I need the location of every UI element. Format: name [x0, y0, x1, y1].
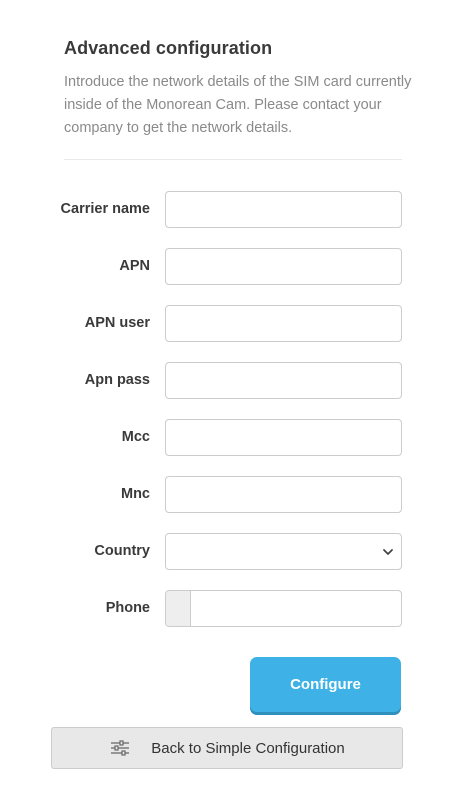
divider [64, 159, 402, 160]
apn-input[interactable] [165, 248, 402, 285]
phone-field [165, 590, 402, 627]
advanced-configuration-page: Advanced configuration Introduce the net… [0, 0, 459, 793]
sliders-icon [111, 740, 130, 756]
carrier-name-label: Carrier name [60, 201, 150, 217]
apn-pass-input[interactable] [165, 362, 402, 399]
page-title: Advanced configuration [64, 38, 273, 58]
apn-user-label: APN user [84, 315, 150, 331]
back-to-simple-configuration-button[interactable]: Back to Simple Configuration [51, 727, 403, 769]
chevron-down-icon [383, 549, 393, 555]
apn-user-row: APN user [0, 305, 459, 342]
country-select[interactable] [165, 533, 402, 570]
carrier-name-input[interactable] [165, 191, 402, 228]
mnc-label: Mnc [121, 486, 150, 502]
country-label: Country [94, 543, 150, 559]
mnc-row: Mnc [0, 476, 459, 513]
intro-text: Introduce the network details of the SIM… [64, 74, 412, 136]
mcc-row: Mcc [0, 419, 459, 456]
phone-row: Phone [0, 590, 459, 627]
phone-label: Phone [105, 600, 150, 616]
apn-pass-row: Apn pass [0, 362, 459, 399]
mcc-input[interactable] [165, 419, 402, 456]
phone-input[interactable] [192, 591, 401, 626]
apn-user-input[interactable] [165, 305, 402, 342]
apn-pass-label: Apn pass [84, 372, 150, 388]
apn-row: APN [0, 248, 459, 285]
mcc-label: Mcc [121, 429, 150, 445]
apn-label: APN [119, 258, 150, 274]
carrier-name-row: Carrier name [0, 191, 459, 228]
country-row: Country [0, 533, 459, 570]
phone-prefix[interactable] [166, 591, 191, 626]
mnc-input[interactable] [165, 476, 402, 513]
back-button-label: Back to Simple Configuration [151, 739, 345, 757]
configure-button[interactable]: Configure [250, 657, 401, 712]
